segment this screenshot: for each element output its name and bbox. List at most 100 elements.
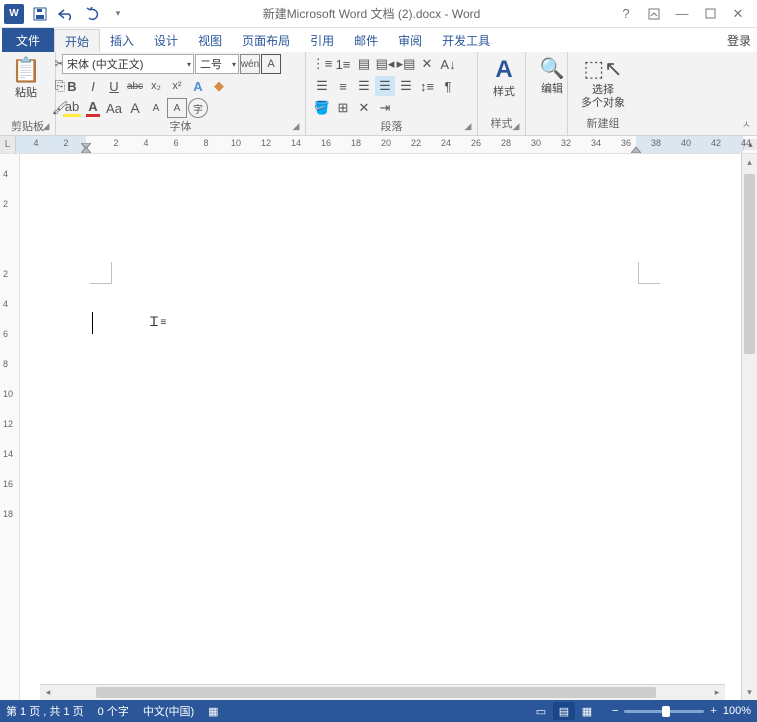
underline-button[interactable]: U [104,76,124,96]
group-clipboard: 📋 粘贴 ✂ ⎘ 🖌 剪贴板 ◢ [0,52,56,135]
italic-button[interactable]: I [83,76,103,96]
collapse-ribbon-icon[interactable]: ㅅ [742,116,751,131]
tab-view[interactable]: 视图 [188,28,232,52]
select-label: 选择多个对象 [581,84,625,110]
superscript-button[interactable]: x² [167,76,187,96]
font-size-combo[interactable]: 二号▾ [195,54,239,74]
snap-grid-icon[interactable]: ✕ [354,98,374,118]
distributed-icon[interactable]: ☰ [396,76,416,96]
styles-button[interactable]: A 样式 [484,54,524,101]
enclose-char-icon[interactable]: 字 [188,98,208,118]
word-count[interactable]: 0 个字 [98,703,129,719]
text-direction-icon[interactable]: ✕ [417,54,437,74]
highlight-icon[interactable]: ab [62,98,82,118]
zoom-level[interactable]: 100% [723,705,751,717]
tab-file[interactable]: 文件 [2,28,54,52]
page[interactable]: Ꮖ ≡ [20,174,740,700]
styles-launcher-icon[interactable]: ◢ [510,120,522,132]
bold-button[interactable]: B [62,76,82,96]
char-border-icon[interactable]: A [261,54,281,74]
scroll-right-icon[interactable]: ▸ [709,687,725,698]
shading-icon[interactable]: 🪣 [312,98,332,118]
ribbon-display-icon[interactable] [641,3,667,25]
vertical-ruler[interactable]: 42 24 68 1012 1416 18 [0,154,20,700]
justify-icon[interactable]: ☰ [375,76,395,96]
clipboard-launcher-icon[interactable]: ◢ [40,120,52,132]
sort-icon[interactable]: A↓ [438,54,458,74]
tab-mail[interactable]: 邮件 [344,28,388,52]
paste-button[interactable]: 📋 粘贴 [6,54,46,102]
grow-font-icon[interactable]: A [125,98,145,118]
text-effects-icon[interactable]: A [188,76,208,96]
paste-label: 粘贴 [15,87,37,100]
chevron-down-icon: ▾ [228,60,236,69]
shrink-font-icon[interactable]: A [146,98,166,118]
save-icon[interactable] [28,3,52,25]
char-shading-icon[interactable]: A [167,98,187,118]
zoom-knob[interactable] [662,706,670,717]
horizontal-ruler[interactable]: L 42 24 68 1012 1416 1820 2224 2628 3032… [0,136,757,154]
scroll-left-icon[interactable]: ◂ [40,687,56,698]
vertical-scrollbar[interactable]: ▴ ▾ [741,154,757,700]
zoom-out-icon[interactable]: − [612,705,618,717]
tab-selector[interactable]: L [0,136,16,153]
font-name-combo[interactable]: 宋体 (中文正文)▾ [62,54,194,74]
change-case-button[interactable]: Aa [104,98,124,118]
ruler-ticks: 42 24 68 1012 1416 1820 2224 2628 3032 3… [16,136,743,153]
subscript-button[interactable]: x₂ [146,76,166,96]
line-spacing-icon[interactable]: ↕≡ [417,76,437,96]
read-mode-icon[interactable]: ▭ [530,702,552,720]
scrollbar-h-thumb[interactable] [96,687,656,698]
decrease-indent-icon[interactable]: ▤◂ [375,54,395,74]
numbering-icon[interactable]: 1≡ [333,54,353,74]
bullets-icon[interactable]: ⋮≡ [312,54,332,74]
scroll-down-icon[interactable]: ▾ [742,684,757,700]
maximize-icon[interactable] [697,3,723,25]
align-left-icon[interactable]: ☰ [312,76,332,96]
web-layout-icon[interactable]: ▦ [576,702,598,720]
zoom-in-icon[interactable]: + [710,705,716,717]
scrollbar-v-thumb[interactable] [744,174,755,354]
find-button[interactable]: 🔍 编辑 [532,54,572,98]
show-marks-icon[interactable]: ¶ [438,76,458,96]
tab-references[interactable]: 引用 [300,28,344,52]
tab-home[interactable]: 开始 [54,29,100,53]
sign-in-link[interactable]: 登录 [727,32,751,49]
align-center-icon[interactable]: ≡ [333,76,353,96]
font-color-icon[interactable]: A [83,98,103,118]
close-icon[interactable]: ✕ [725,3,751,25]
strike-button[interactable]: abc [125,76,145,96]
view-buttons: ▭ ▤ ▦ [530,702,598,720]
increase-indent-icon[interactable]: ▸▤ [396,54,416,74]
undo-icon[interactable] [54,3,78,25]
tab-review[interactable]: 审阅 [388,28,432,52]
font-launcher-icon[interactable]: ◢ [290,120,302,132]
zoom-slider[interactable] [624,710,704,713]
ribbon: 📋 粘贴 ✂ ⎘ 🖌 剪贴板 ◢ 宋体 (中文正文)▾ 二号▾ wén A B … [0,52,757,136]
phonetic-guide-icon[interactable]: wén [240,54,260,74]
select-objects-button[interactable]: ⬚↖ 选择多个对象 [574,54,632,112]
scroll-up-icon[interactable]: ▴ [742,154,757,170]
tab-insert[interactable]: 插入 [100,28,144,52]
language-status[interactable]: 中文(中国) [143,703,194,719]
right-indent-marker[interactable] [631,143,641,153]
align-right-icon[interactable]: ☰ [354,76,374,96]
horizontal-scrollbar[interactable]: ◂ ▸ [40,684,725,700]
help-icon[interactable]: ? [613,3,639,25]
macro-icon[interactable]: ▦ [208,705,218,718]
tab-layout[interactable]: 页面布局 [232,28,300,52]
print-layout-icon[interactable]: ▤ [553,702,575,720]
tab-developer[interactable]: 开发工具 [432,28,500,52]
qat-customize-icon[interactable]: ▾ [106,3,130,25]
clear-format-icon[interactable]: ◆ [209,76,229,96]
redo-icon[interactable] [80,3,104,25]
tab-design[interactable]: 设计 [144,28,188,52]
hanging-indent-marker[interactable] [81,143,91,153]
borders-icon[interactable]: ⊞ [333,98,353,118]
multilevel-icon[interactable]: ▤ [354,54,374,74]
document-area[interactable]: Ꮖ ≡ ◂ ▸ [20,154,741,700]
paragraph-launcher-icon[interactable]: ◢ [462,120,474,132]
minimize-icon[interactable]: ― [669,3,695,25]
page-status[interactable]: 第 1 页 , 共 1 页 [6,703,84,719]
tabs-icon[interactable]: ⇥ [375,98,395,118]
